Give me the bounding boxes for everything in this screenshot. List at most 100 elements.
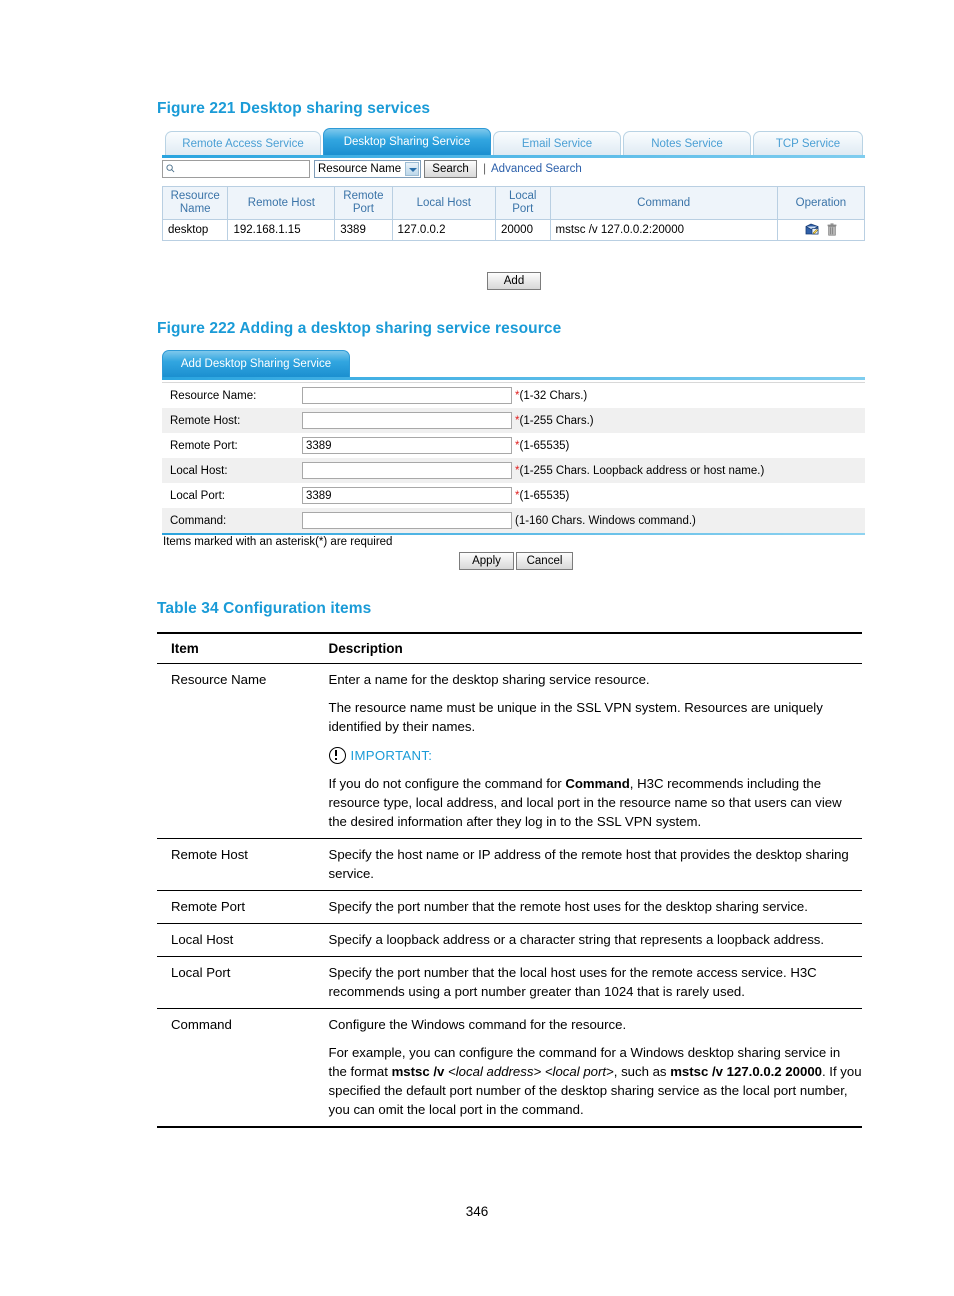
example-arg1: <local address> bbox=[448, 1064, 542, 1080]
desc-paragraph: Configure the Windows command for the re… bbox=[328, 1017, 627, 1033]
hint-resource-name: *(1-32 Chars.) bbox=[512, 390, 587, 402]
tab-notes-service[interactable]: Notes Service bbox=[623, 131, 751, 155]
table-34-caption: Table 34 Configuration items bbox=[157, 600, 372, 617]
document-page: Figure 221 Desktop sharing services Remo… bbox=[0, 0, 954, 1296]
col-remote-host: Remote Host bbox=[227, 186, 336, 220]
desc-paragraph: Specify a loopback address or a characte… bbox=[328, 932, 825, 948]
apply-button[interactable]: Apply bbox=[459, 552, 514, 570]
desc-paragraph: Enter a name for the desktop sharing ser… bbox=[328, 672, 650, 687]
figure-222-screenshot: Add Desktop Sharing Service Resource Nam… bbox=[162, 350, 865, 548]
example-cmd-bold: mstsc /v bbox=[391, 1064, 445, 1080]
label-local-host: Local Host: bbox=[170, 464, 228, 477]
local-port-input[interactable] bbox=[302, 487, 512, 504]
hint-command: (1-160 Chars. Windows command.) bbox=[515, 514, 696, 527]
figure-222-caption: Figure 222 Adding a desktop sharing serv… bbox=[157, 320, 562, 337]
doc-col-item: Item bbox=[157, 632, 329, 664]
item-remote-host: Remote Host bbox=[171, 847, 248, 863]
local-host-input[interactable] bbox=[302, 462, 512, 479]
add-service-form: Resource Name: *(1-32 Chars.) Remote Hos… bbox=[162, 382, 865, 533]
desc-paragraph: Specify the host name or IP address of t… bbox=[328, 847, 849, 882]
search-field-select-value: Resource Name bbox=[318, 163, 402, 175]
tab-tcp-service[interactable]: TCP Service bbox=[753, 131, 863, 155]
remote-port-input[interactable] bbox=[302, 437, 512, 454]
search-toolbar: Resource Name Search | Advanced Search bbox=[162, 160, 865, 180]
form-row-resource-name: Resource Name: *(1-32 Chars.) bbox=[162, 383, 865, 408]
table-row: desktop 192.168.1.15 3389 127.0.0.2 2000… bbox=[161, 219, 866, 241]
page-number: 346 bbox=[465, 1204, 489, 1219]
form-row-remote-host: Remote Host: *(1-255 Chars.) bbox=[162, 408, 865, 433]
cell-resource-name: desktop bbox=[161, 219, 229, 241]
form-bottom-rule bbox=[162, 533, 865, 535]
search-input[interactable] bbox=[162, 160, 310, 178]
item-command: Command bbox=[171, 1017, 232, 1033]
desc-resource-name: Enter a name for the desktop sharing ser… bbox=[328, 664, 862, 839]
tab-remote-access-service[interactable]: Remote Access Service bbox=[165, 131, 321, 155]
form-row-local-port: Local Port: *(1-65535) bbox=[162, 483, 865, 508]
search-button[interactable]: Search bbox=[424, 160, 477, 178]
desc-local-port: Specify the port number that the local h… bbox=[329, 957, 862, 1009]
form-row-local-host: Local Host: *(1-255 Chars. Loopback addr… bbox=[162, 458, 865, 483]
hint-remote-port: *(1-65535) bbox=[512, 440, 569, 452]
chevron-down-icon[interactable] bbox=[405, 162, 419, 176]
desc-paragraph: The resource name must be unique in the … bbox=[328, 700, 823, 734]
label-local-port: Local Port: bbox=[170, 489, 225, 502]
item-remote-port: Remote Port bbox=[171, 899, 246, 915]
table-row-resource-name: Resource Name Enter a name for the deskt… bbox=[157, 664, 862, 839]
form-row-remote-port: Remote Port: *(1-65535) bbox=[162, 433, 865, 458]
remote-host-input[interactable] bbox=[302, 412, 512, 429]
cell-local-host: 127.0.0.2 bbox=[391, 219, 496, 241]
tab-email-service[interactable]: Email Service bbox=[493, 131, 621, 155]
service-tabbar: Remote Access Service Desktop Sharing Se… bbox=[162, 128, 865, 158]
cell-remote-host: 192.168.1.15 bbox=[227, 219, 336, 241]
toolbar-separator: | bbox=[483, 161, 487, 175]
form-row-command: Command: (1-160 Chars. Windows command.) bbox=[162, 508, 865, 533]
delete-icon[interactable] bbox=[827, 223, 837, 236]
table-row-remote-host: Remote Host Specify the host name or IP … bbox=[157, 839, 862, 891]
label-remote-host: Remote Host: bbox=[170, 414, 241, 427]
resource-name-input[interactable] bbox=[302, 387, 512, 404]
cell-operation bbox=[776, 219, 866, 241]
desc-paragraph: Specify the port number that the remote … bbox=[328, 899, 808, 915]
hint-local-host: *(1-255 Chars. Loopback address or host … bbox=[512, 465, 764, 477]
add-button[interactable]: Add bbox=[487, 272, 541, 290]
hint-text: (1-255 Chars. Loopback address or host n… bbox=[519, 464, 765, 477]
desc-remote-host: Specify the host name or IP address of t… bbox=[329, 839, 862, 891]
item-resource-name: Resource Name bbox=[171, 672, 267, 687]
label-resource-name: Resource Name: bbox=[170, 389, 257, 402]
hint-text: (1-32 Chars.) bbox=[519, 389, 588, 402]
col-resource-name: Resource Name bbox=[161, 186, 229, 220]
desc-command-example: For example, you can configure the comma… bbox=[329, 1043, 862, 1119]
important-text-pre: If you do not configure the command for bbox=[328, 776, 566, 792]
figure-221-screenshot: Remote Access Service Desktop Sharing Se… bbox=[161, 128, 866, 250]
command-input[interactable] bbox=[302, 512, 512, 529]
add-panel-tabbar-underline bbox=[162, 377, 865, 380]
tab-desktop-sharing-service[interactable]: Desktop Sharing Service bbox=[323, 128, 491, 155]
cancel-button[interactable]: Cancel bbox=[516, 552, 573, 570]
col-local-port: Local Port bbox=[494, 186, 551, 220]
desc-command: Configure the Windows command for the re… bbox=[329, 1009, 862, 1128]
desc-remote-port: Specify the port number that the remote … bbox=[329, 891, 862, 924]
important-body: If you do not configure the command for … bbox=[329, 774, 862, 831]
tabbar-underline bbox=[162, 155, 865, 158]
hint-text: (1-65535) bbox=[519, 489, 570, 502]
edit-icon[interactable] bbox=[805, 223, 819, 236]
item-local-port: Local Port bbox=[171, 965, 231, 981]
table-row-local-port: Local Port Specify the port number that … bbox=[157, 957, 862, 1009]
col-operation: Operation bbox=[776, 186, 866, 220]
example-mid: , such as bbox=[613, 1064, 671, 1080]
advanced-search-link[interactable]: Advanced Search bbox=[491, 163, 582, 175]
item-local-host: Local Host bbox=[171, 932, 234, 948]
cell-remote-port: 3389 bbox=[334, 219, 393, 241]
doc-col-description: Description bbox=[328, 632, 862, 664]
tab-add-desktop-sharing-service[interactable]: Add Desktop Sharing Service bbox=[162, 350, 350, 377]
table-header-row: Resource Name Remote Host Remote Port Lo… bbox=[161, 186, 866, 220]
search-icon bbox=[166, 164, 175, 173]
hint-local-port: *(1-65535) bbox=[512, 490, 569, 502]
hint-text: (1-255 Chars.) bbox=[519, 414, 594, 427]
example-arg2: <local port> bbox=[544, 1064, 614, 1080]
search-field-select[interactable]: Resource Name bbox=[314, 160, 421, 178]
label-command: Command: bbox=[170, 514, 227, 527]
table-row-command: Command Configure the Windows command fo… bbox=[157, 1009, 862, 1128]
col-local-host: Local Host bbox=[391, 186, 496, 220]
desc-paragraph: Specify the port number that the local h… bbox=[328, 965, 817, 1000]
